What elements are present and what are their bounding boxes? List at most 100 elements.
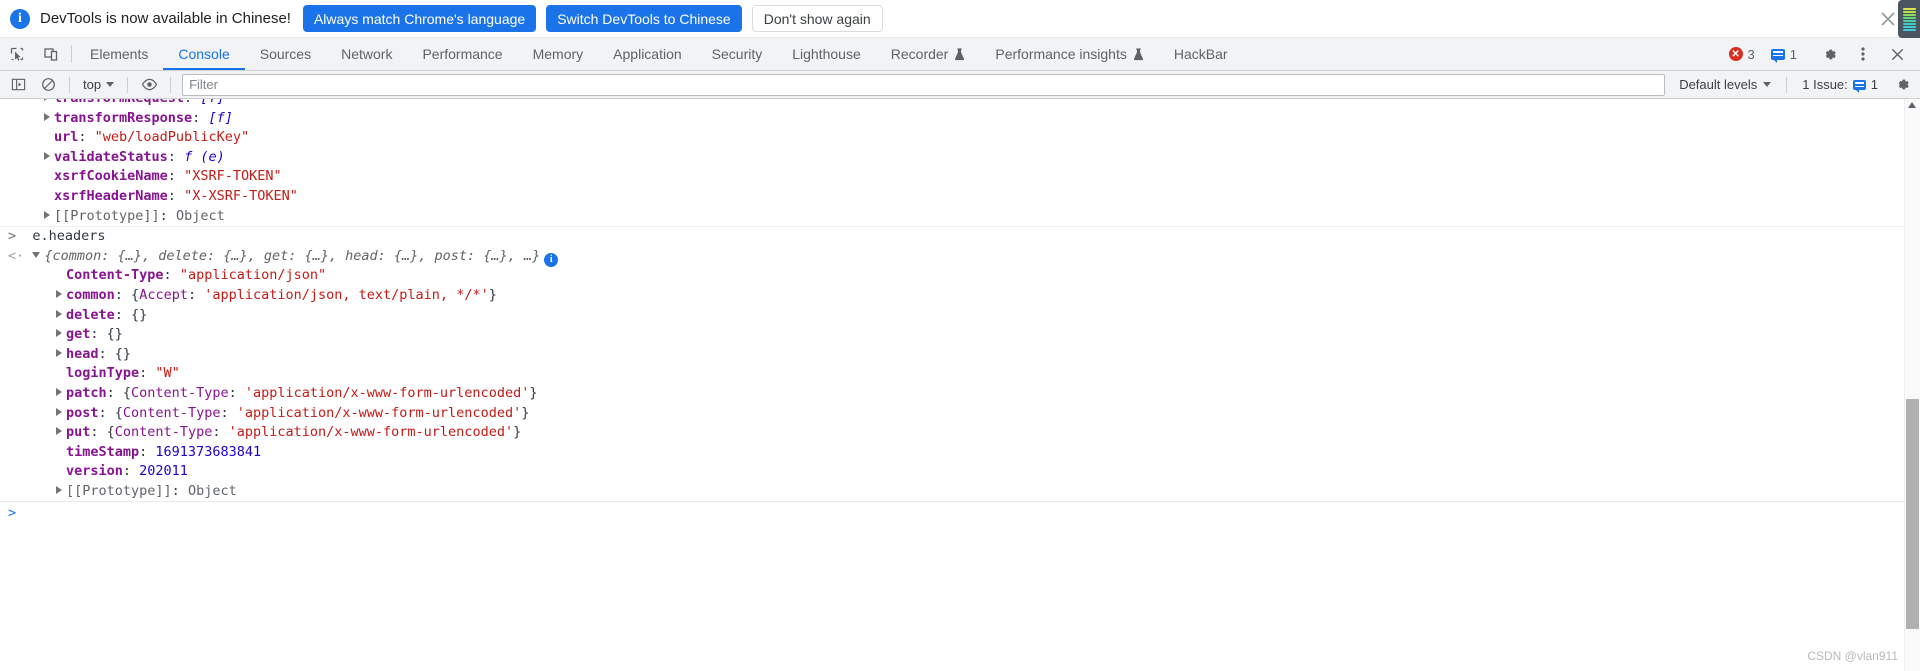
- execution-context-selector[interactable]: top: [77, 75, 120, 95]
- console-output-panel[interactable]: transformRequest: [f]transformResponse: …: [0, 99, 1920, 671]
- console-object-property[interactable]: loginType: "W": [0, 364, 1920, 384]
- expand-triangle-icon[interactable]: [56, 329, 62, 338]
- tab-console[interactable]: Console: [163, 38, 246, 70]
- tab-label: Recorder: [890, 46, 949, 62]
- console-object-property[interactable]: validateStatus: f (e): [0, 148, 1920, 168]
- console-settings-icon[interactable]: [1888, 74, 1916, 96]
- expand-triangle-icon[interactable]: [44, 99, 50, 101]
- tab-elements[interactable]: Elements: [75, 38, 163, 70]
- expand-triangle-icon[interactable]: [56, 309, 62, 318]
- expand-triangle-icon[interactable]: [56, 289, 62, 298]
- tab-lighthouse[interactable]: Lighthouse: [777, 38, 876, 70]
- property-name: post: [66, 404, 99, 421]
- tab-performance[interactable]: Performance: [407, 38, 517, 70]
- clear-console-icon[interactable]: [34, 74, 62, 96]
- console-object-property[interactable]: xsrfCookieName: "XSRF-TOKEN": [0, 167, 1920, 187]
- expand-triangle-icon[interactable]: [44, 112, 50, 121]
- console-prompt-input[interactable]: >: [0, 501, 1920, 524]
- message-count-badge[interactable]: 1: [1763, 43, 1805, 65]
- console-object-property[interactable]: version: 202011: [0, 462, 1920, 482]
- log-level-selector[interactable]: Default levels: [1671, 75, 1779, 95]
- console-object-property[interactable]: get: {}: [0, 325, 1920, 345]
- tab-bar-right-tools: ✕ 3 1: [1721, 38, 1920, 70]
- tab-label: Application: [613, 46, 682, 62]
- close-icon[interactable]: [1878, 9, 1898, 29]
- live-expression-icon[interactable]: [135, 74, 163, 96]
- console-object-property[interactable]: timeStamp: 1691373683841: [0, 443, 1920, 463]
- tab-memory[interactable]: Memory: [518, 38, 599, 70]
- expand-triangle-icon[interactable]: [56, 407, 62, 416]
- console-object-property[interactable]: transformRequest: [f]: [0, 99, 1920, 109]
- command-text: e.headers: [32, 228, 106, 245]
- console-object-property[interactable]: xsrfHeaderName: "X-XSRF-TOKEN": [0, 187, 1920, 207]
- console-object-property[interactable]: [[Prototype]]: Object: [0, 207, 1920, 227]
- expand-triangle-icon[interactable]: [44, 210, 50, 219]
- value: "web/loadPublicKey": [94, 129, 250, 146]
- info-badge-icon[interactable]: i: [544, 252, 559, 267]
- expand-triangle-icon[interactable]: [56, 387, 62, 396]
- tab-label: HackBar: [1173, 46, 1228, 62]
- toolbar-divider: [170, 76, 172, 93]
- console-result-preview[interactable]: <· {common: {…}, delete: {…}, get: {…}, …: [0, 247, 1920, 267]
- tab-performance-insights[interactable]: Performance insights: [980, 38, 1159, 70]
- toolbar-divider: [127, 76, 129, 93]
- value: [f]: [208, 109, 233, 126]
- console-object-property[interactable]: transformResponse: [f]: [0, 109, 1920, 129]
- console-object-property[interactable]: Content-Type: "application/json": [0, 266, 1920, 286]
- expand-triangle-icon[interactable]: [56, 485, 62, 494]
- property-name: version: [66, 463, 123, 480]
- console-object-property[interactable]: patch: {Content-Type: 'application/x-www…: [0, 384, 1920, 404]
- search-input[interactable]: [182, 73, 1666, 96]
- console-object-property[interactable]: delete: {}: [0, 306, 1920, 326]
- tab-recorder[interactable]: Recorder: [876, 38, 981, 70]
- device-toolbar-icon[interactable]: [34, 38, 68, 70]
- property-name: Content-Type: [66, 267, 164, 284]
- tab-hackbar[interactable]: HackBar: [1159, 38, 1243, 70]
- scroll-up-arrow-icon[interactable]: [1908, 102, 1916, 108]
- error-count-badge[interactable]: ✕ 3: [1721, 43, 1763, 65]
- scrollbar-thumb[interactable]: [1906, 399, 1919, 629]
- property-name: get: [66, 326, 91, 343]
- beaker-icon: [1133, 47, 1143, 60]
- property-name: xsrfCookieName: [54, 168, 168, 185]
- console-sidebar-icon[interactable]: [4, 74, 32, 96]
- inspect-element-icon[interactable]: [0, 38, 34, 70]
- tab-sources[interactable]: Sources: [245, 38, 326, 70]
- expand-triangle-icon[interactable]: [44, 151, 50, 160]
- tab-network[interactable]: Network: [326, 38, 407, 70]
- extension-badge-icon[interactable]: [1898, 0, 1920, 38]
- collapse-triangle-icon[interactable]: [32, 251, 41, 258]
- tab-label: Elements: [90, 46, 149, 62]
- kebab-menu-icon[interactable]: [1846, 46, 1880, 62]
- language-notification-banner: i DevTools is now available in Chinese! …: [0, 0, 1920, 38]
- issues-count-label: 1: [1870, 77, 1878, 92]
- value: {}: [106, 326, 123, 343]
- beaker-icon: [955, 47, 965, 60]
- close-devtools-icon[interactable]: [1880, 47, 1914, 62]
- console-object-property[interactable]: common: {Accept: 'application/json, text…: [0, 286, 1920, 306]
- console-object-property[interactable]: head: {}: [0, 345, 1920, 365]
- dont-show-again-button[interactable]: Don't show again: [751, 5, 883, 32]
- console-object-property[interactable]: post: {Content-Type: 'application/x-www-…: [0, 404, 1920, 424]
- console-object-property[interactable]: [[Prototype]]: Object: [0, 482, 1920, 502]
- tab-label: Console: [178, 46, 230, 62]
- always-match-chrome-language-button[interactable]: Always match Chrome's language: [302, 5, 537, 32]
- issues-badge[interactable]: 1 Issue: 1: [1794, 75, 1886, 95]
- console-object-property[interactable]: url: "web/loadPublicKey": [0, 128, 1920, 148]
- tab-security[interactable]: Security: [697, 38, 778, 70]
- property-name: patch: [66, 384, 107, 401]
- chevron-down-icon: [1763, 82, 1772, 87]
- value: "XSRF-TOKEN": [184, 168, 282, 185]
- message-icon: [1852, 79, 1866, 93]
- expand-triangle-icon[interactable]: [56, 348, 62, 357]
- value: 202011: [139, 463, 188, 480]
- property-name: delete: [66, 306, 115, 323]
- vertical-scrollbar[interactable]: [1904, 99, 1920, 671]
- gear-icon[interactable]: [1812, 46, 1846, 63]
- value: f (e): [184, 148, 225, 165]
- expand-triangle-icon[interactable]: [56, 427, 62, 436]
- tab-application[interactable]: Application: [598, 38, 697, 70]
- console-command-echo[interactable]: > e.headers: [0, 227, 1920, 247]
- switch-devtools-to-chinese-button[interactable]: Switch DevTools to Chinese: [546, 5, 742, 32]
- console-object-property[interactable]: put: {Content-Type: 'application/x-www-f…: [0, 423, 1920, 443]
